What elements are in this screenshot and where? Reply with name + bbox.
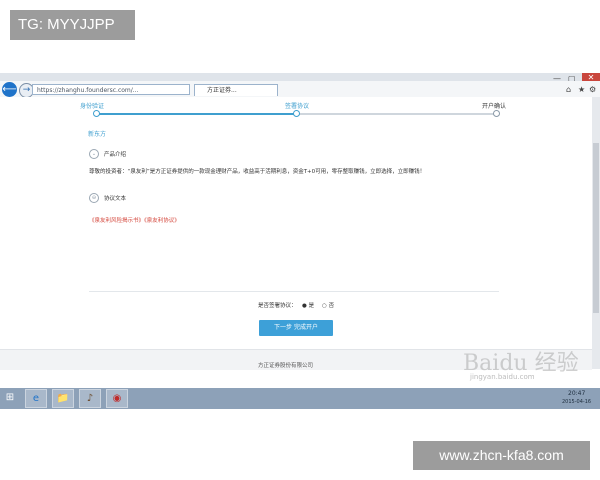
step-confirm-dot [493,110,500,117]
clock-date[interactable]: 2015-04-16 [562,399,591,405]
browser-tab[interactable]: 方正证券... [194,84,278,96]
taskbar-ie-icon[interactable]: e [25,389,47,408]
consent-yes-label: 是 [308,303,315,309]
address-bar[interactable]: https://zhanghu.foundersc.com/... [32,84,190,95]
screenshot-area: — ▢ ✕ ⟵ → https://zhanghu.foundersc.com/… [0,73,600,409]
step-remaining-line [297,113,497,115]
overlay-tag-label: TG: MYYJJPP [10,10,135,40]
collapse-icon[interactable]: ⊖ [89,193,99,203]
consent-yes-radio[interactable]: ● 是 [302,301,314,309]
favorites-icon[interactable]: ★ [578,85,585,94]
expand-chevron-icon[interactable]: ⌄ [89,149,99,159]
next-step-button[interactable]: 下一步 完成开户 [259,320,333,336]
clock-time[interactable]: 20:47 [568,390,585,397]
agreement-links[interactable]: 《泉友利风险揭示书》《泉友利协议》 [89,216,180,224]
scrollbar-thumb[interactable] [593,143,599,313]
product-intro-text: 尊敬的投资者：“泉友利”是方正证券提供的一款现金理财产品，收益高于活期利息，资金… [89,169,426,175]
footer-company: 方正证券股份有限公司 [258,363,314,369]
taskbar-folder-icon[interactable]: 📁 [52,389,74,408]
step-progress-line [97,113,297,115]
step-identity-label: 身份验证 [80,103,105,110]
consent-no-radio[interactable]: ○ 否 [322,301,334,309]
taskbar-media-icon[interactable]: ♪ [79,389,101,408]
step-agreement-label: 签署协议 [285,103,310,110]
home-icon[interactable]: ⌂ [566,85,571,94]
step-identity-dot [93,110,100,117]
back-button[interactable]: ⟵ [2,82,17,97]
content-divider [89,291,499,292]
consent-question: 是否签署协议： [258,303,297,309]
start-windows-icon[interactable]: ⊞ [3,391,17,405]
settings-gear-icon[interactable]: ⚙ [589,85,596,94]
step-agreement-dot [293,110,300,117]
agreement-title: 协议文本 [104,196,127,202]
overlay-url-label: www.zhcn-kfa8.com [413,441,590,470]
product-intro-title: 产品介绍 [104,152,127,158]
consent-no-label: 否 [328,303,335,309]
step-confirm-label: 开户确认 [482,103,507,110]
baidu-watermark-url: jingyan.baidu.com [470,373,535,381]
taskbar-app-icon[interactable]: ◉ [106,389,128,408]
section-title: 新东方 [88,131,107,138]
